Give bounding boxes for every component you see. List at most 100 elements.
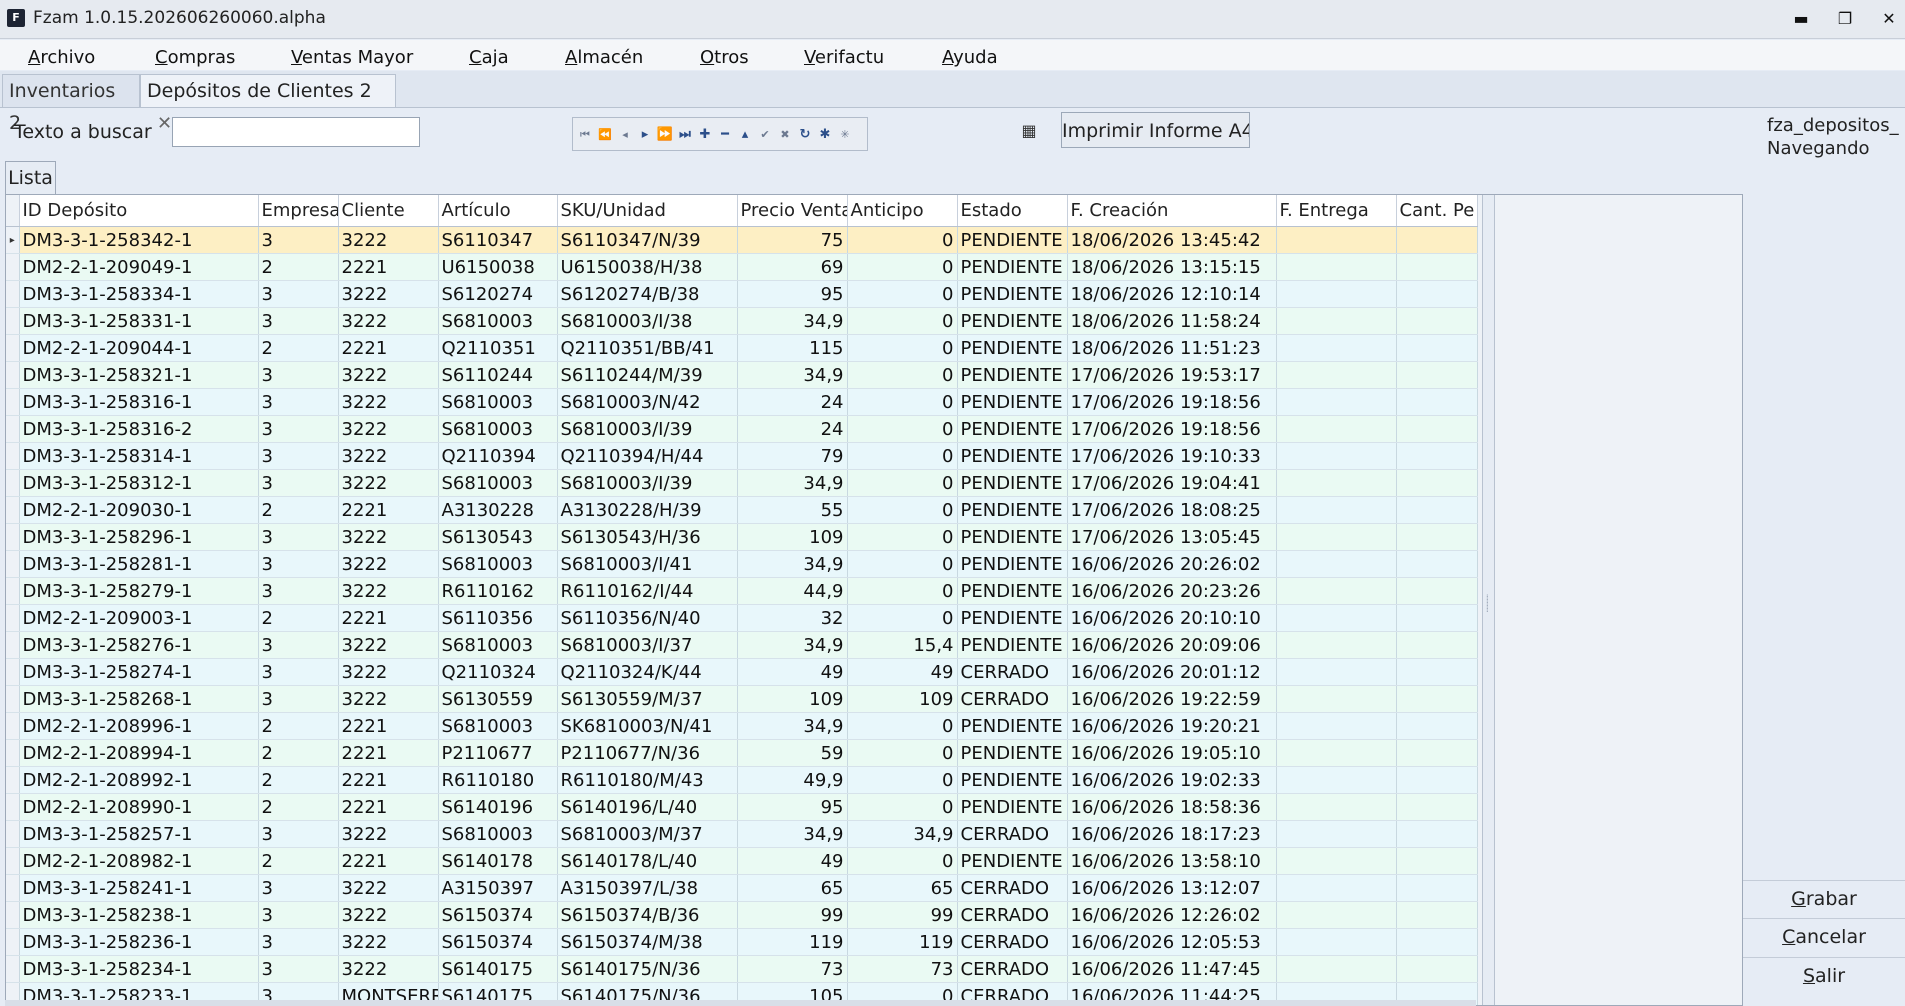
row-indicator[interactable]: [6, 415, 20, 443]
col-id-deposito-cell[interactable]: DM3-3-1-258316-1: [19, 388, 259, 416]
col-estado-cell[interactable]: PENDIENTE: [957, 496, 1068, 524]
col-cant-pe-cell[interactable]: [1396, 928, 1478, 956]
col-sku-unidad-cell[interactable]: S6810003/I/39: [557, 469, 738, 497]
col-precio-venta-cell[interactable]: 34,9: [737, 712, 848, 740]
row-indicator[interactable]: [6, 766, 20, 794]
col-articulo-cell[interactable]: S6810003: [438, 712, 558, 740]
row-indicator[interactable]: [6, 847, 20, 875]
col-precio-venta-header[interactable]: Precio Venta: [737, 195, 848, 227]
col-empresa-cell[interactable]: 2: [258, 334, 339, 362]
row-indicator[interactable]: [6, 631, 20, 659]
col-id-deposito-cell[interactable]: DM3-3-1-258342-1: [19, 226, 259, 254]
table-row[interactable]: DM2-2-1-208994-1 2 2221 P2110677 P2110677/N/…: [6, 739, 1478, 767]
last-record-icon[interactable]: ⏭: [675, 125, 695, 145]
col-anticipo-cell[interactable]: 0: [847, 253, 958, 281]
col-empresa-cell[interactable]: 3: [258, 820, 339, 848]
row-indicator[interactable]: [6, 901, 20, 929]
col-empresa-cell[interactable]: 2: [258, 793, 339, 821]
col-empresa-cell[interactable]: 2: [258, 604, 339, 632]
col-f-entrega-cell[interactable]: [1276, 415, 1397, 443]
col-estado-cell[interactable]: PENDIENTE: [957, 793, 1068, 821]
col-anticipo-cell[interactable]: 109: [847, 685, 958, 713]
col-precio-venta-cell[interactable]: 49: [737, 658, 848, 686]
refresh-icon[interactable]: ↻: [795, 125, 815, 145]
col-f-creacion-cell[interactable]: 17/06/2026 19:53:17: [1067, 361, 1277, 389]
col-estado-cell[interactable]: CERRADO: [957, 685, 1068, 713]
col-f-creacion-cell[interactable]: 16/06/2026 20:10:10: [1067, 604, 1277, 632]
col-cant-pe-cell[interactable]: [1396, 901, 1478, 929]
col-sku-unidad-cell[interactable]: A3130228/H/39: [557, 496, 738, 524]
col-precio-venta-cell[interactable]: 95: [737, 793, 848, 821]
row-indicator[interactable]: [6, 253, 20, 281]
col-sku-unidad-cell[interactable]: S6110356/N/40: [557, 604, 738, 632]
col-id-deposito-cell[interactable]: DM3-3-1-258321-1: [19, 361, 259, 389]
col-f-creacion-cell[interactable]: 18/06/2026 13:15:15: [1067, 253, 1277, 281]
col-sku-unidad-header[interactable]: SKU/Unidad: [557, 195, 738, 227]
col-estado-cell[interactable]: CERRADO: [957, 658, 1068, 686]
col-articulo-cell[interactable]: S6130543: [438, 523, 558, 551]
col-cliente-header[interactable]: Cliente: [338, 195, 439, 227]
col-anticipo-cell[interactable]: 0: [847, 739, 958, 767]
col-sku-unidad-cell[interactable]: S6140175/N/36: [557, 955, 738, 983]
col-sku-unidad-cell[interactable]: Q2110351/BB/41: [557, 334, 738, 362]
col-sku-unidad-cell[interactable]: R6110180/M/43: [557, 766, 738, 794]
row-indicator[interactable]: [6, 307, 20, 335]
col-cant-pe-cell[interactable]: [1396, 739, 1478, 767]
col-sku-unidad-cell[interactable]: S6810003/I/39: [557, 415, 738, 443]
col-f-entrega-cell[interactable]: [1276, 955, 1397, 983]
row-indicator[interactable]: [6, 793, 20, 821]
col-empresa-cell[interactable]: 2: [258, 496, 339, 524]
col-id-deposito-cell[interactable]: DM2-2-1-209049-1: [19, 253, 259, 281]
table-row[interactable]: DM2-2-1-209030-1 2 2221 A3130228 A3130228/H/…: [6, 496, 1478, 524]
col-f-entrega-cell[interactable]: [1276, 307, 1397, 335]
col-articulo-cell[interactable]: S6810003: [438, 469, 558, 497]
col-id-deposito-cell[interactable]: DM2-2-1-209003-1: [19, 604, 259, 632]
col-anticipo-header[interactable]: Anticipo: [847, 195, 958, 227]
col-empresa-cell[interactable]: 2: [258, 847, 339, 875]
col-cliente-cell[interactable]: 3222: [338, 415, 439, 443]
col-f-entrega-cell[interactable]: [1276, 820, 1397, 848]
col-f-entrega-cell[interactable]: [1276, 361, 1397, 389]
col-empresa-cell[interactable]: 3: [258, 577, 339, 605]
col-id-deposito-cell[interactable]: DM3-3-1-258314-1: [19, 442, 259, 470]
menu-ventas-mayor[interactable]: Ventas Mayor: [291, 47, 413, 68]
col-id-deposito-cell[interactable]: DM3-3-1-258241-1: [19, 874, 259, 902]
col-sku-unidad-cell[interactable]: S6120274/B/38: [557, 280, 738, 308]
col-id-deposito-cell[interactable]: DM3-3-1-258279-1: [19, 577, 259, 605]
col-estado-cell[interactable]: CERRADO: [957, 928, 1068, 956]
col-anticipo-cell[interactable]: 34,9: [847, 820, 958, 848]
col-estado-cell[interactable]: CERRADO: [957, 901, 1068, 929]
table-row[interactable]: DM3-3-1-258236-1 3 3222 S6150374 S6150374/M/…: [6, 928, 1478, 956]
col-articulo-cell[interactable]: S6810003: [438, 631, 558, 659]
col-cant-pe-cell[interactable]: [1396, 334, 1478, 362]
col-anticipo-cell[interactable]: 119: [847, 928, 958, 956]
col-sku-unidad-cell[interactable]: S6810003/N/42: [557, 388, 738, 416]
col-empresa-cell[interactable]: 3: [258, 631, 339, 659]
col-estado-cell[interactable]: PENDIENTE: [957, 388, 1068, 416]
table-row[interactable]: DM2-2-1-209049-1 2 2221 U6150038 U6150038/H/…: [6, 253, 1478, 281]
col-f-creacion-cell[interactable]: 16/06/2026 12:26:02: [1067, 901, 1277, 929]
col-cant-pe-cell[interactable]: [1396, 874, 1478, 902]
col-empresa-header[interactable]: Empresa: [258, 195, 339, 227]
col-id-deposito-cell[interactable]: DM2-2-1-208992-1: [19, 766, 259, 794]
col-anticipo-cell[interactable]: 0: [847, 577, 958, 605]
col-empresa-cell[interactable]: 2: [258, 253, 339, 281]
col-precio-venta-cell[interactable]: 34,9: [737, 631, 848, 659]
col-f-entrega-cell[interactable]: [1276, 523, 1397, 551]
col-precio-venta-cell[interactable]: 109: [737, 523, 848, 551]
filter-icon[interactable]: ✳: [835, 125, 855, 145]
col-anticipo-cell[interactable]: 0: [847, 604, 958, 632]
col-cant-pe-cell[interactable]: [1396, 577, 1478, 605]
col-anticipo-cell[interactable]: 15,4: [847, 631, 958, 659]
col-precio-venta-cell[interactable]: 115: [737, 334, 848, 362]
col-f-entrega-header[interactable]: F. Entrega: [1276, 195, 1397, 227]
col-f-entrega-cell[interactable]: [1276, 226, 1397, 254]
col-anticipo-cell[interactable]: 0: [847, 847, 958, 875]
col-f-entrega-cell[interactable]: [1276, 874, 1397, 902]
cancel-edit-icon[interactable]: ✖: [775, 125, 795, 145]
col-precio-venta-cell[interactable]: 109: [737, 685, 848, 713]
col-estado-cell[interactable]: PENDIENTE: [957, 469, 1068, 497]
col-sku-unidad-cell[interactable]: Q2110324/K/44: [557, 658, 738, 686]
tab-lista[interactable]: Lista: [5, 161, 56, 194]
col-precio-venta-cell[interactable]: 34,9: [737, 469, 848, 497]
